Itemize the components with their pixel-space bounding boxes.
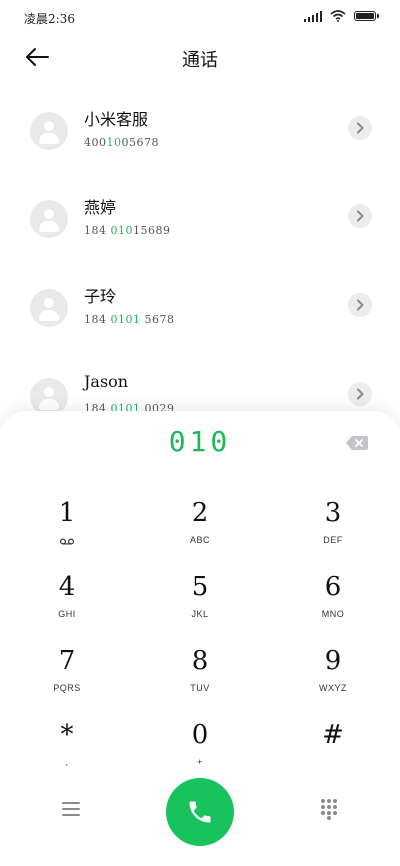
avatar — [30, 289, 68, 327]
dialpad-sheet: 010 1 2 ABC 3 DEF 4 GHI 5 JKL 6 MNO 7 PQ… — [0, 411, 400, 866]
contact-detail-button[interactable] — [348, 293, 372, 317]
contact-number: 184 0101 5678 — [84, 313, 175, 326]
key-9[interactable]: 9 WXYZ — [283, 646, 383, 710]
contact-name: 小米客服 — [84, 110, 149, 129]
key-5[interactable]: 5 JKL — [150, 572, 250, 636]
contact-row[interactable]: 燕婷 184 01015689 — [0, 180, 400, 260]
key-4[interactable]: 4 GHI — [17, 572, 117, 636]
header: 通话 — [0, 36, 400, 80]
contact-name: Jason — [84, 372, 129, 391]
chevron-right-icon — [357, 210, 364, 222]
backspace-button[interactable] — [346, 435, 368, 450]
status-time: 凌晨2:36 — [24, 12, 75, 26]
menu-button[interactable] — [62, 802, 80, 818]
key-0[interactable]: 0 + — [150, 720, 250, 784]
dialpad-icon[interactable] — [320, 799, 338, 820]
key-8[interactable]: 8 TUV — [150, 646, 250, 710]
dialer-action-bar — [0, 778, 400, 848]
contact-row[interactable]: 小米客服 4001005678 — [0, 92, 400, 172]
phone-icon — [189, 801, 211, 823]
wifi-icon — [330, 10, 346, 22]
key-6[interactable]: 6 MNO — [283, 572, 383, 636]
backspace-icon — [346, 436, 368, 450]
key-7[interactable]: 7 PQRS — [17, 646, 117, 710]
signal-icon — [304, 10, 322, 22]
chevron-right-icon — [357, 388, 364, 400]
avatar — [30, 200, 68, 238]
call-button[interactable] — [166, 778, 234, 846]
key-2[interactable]: 2 ABC — [150, 498, 250, 562]
page-title: 通话 — [182, 50, 218, 71]
chevron-right-icon — [357, 299, 364, 311]
contact-row[interactable]: 子玲 184 0101 5678 — [0, 269, 400, 349]
chevron-right-icon — [357, 122, 364, 134]
contact-detail-button[interactable] — [348, 382, 372, 406]
contact-detail-button[interactable] — [348, 204, 372, 228]
battery-icon — [354, 11, 379, 21]
status-bar: 凌晨2:36 — [0, 0, 400, 36]
contact-detail-button[interactable] — [348, 116, 372, 140]
contact-name: 燕婷 — [84, 198, 117, 217]
contact-name: 子玲 — [84, 287, 117, 306]
avatar — [30, 112, 68, 150]
status-icons — [304, 10, 379, 22]
key-hash[interactable]: # — [283, 720, 383, 784]
contact-number: 184 01015689 — [84, 224, 171, 237]
key-3[interactable]: 3 DEF — [283, 498, 383, 562]
contact-number: 4001005678 — [84, 136, 159, 149]
key-star[interactable]: * , — [17, 720, 117, 784]
key-1[interactable]: 1 — [17, 498, 117, 562]
voicemail-icon — [60, 538, 74, 545]
dialed-number: 010 — [168, 425, 232, 458]
